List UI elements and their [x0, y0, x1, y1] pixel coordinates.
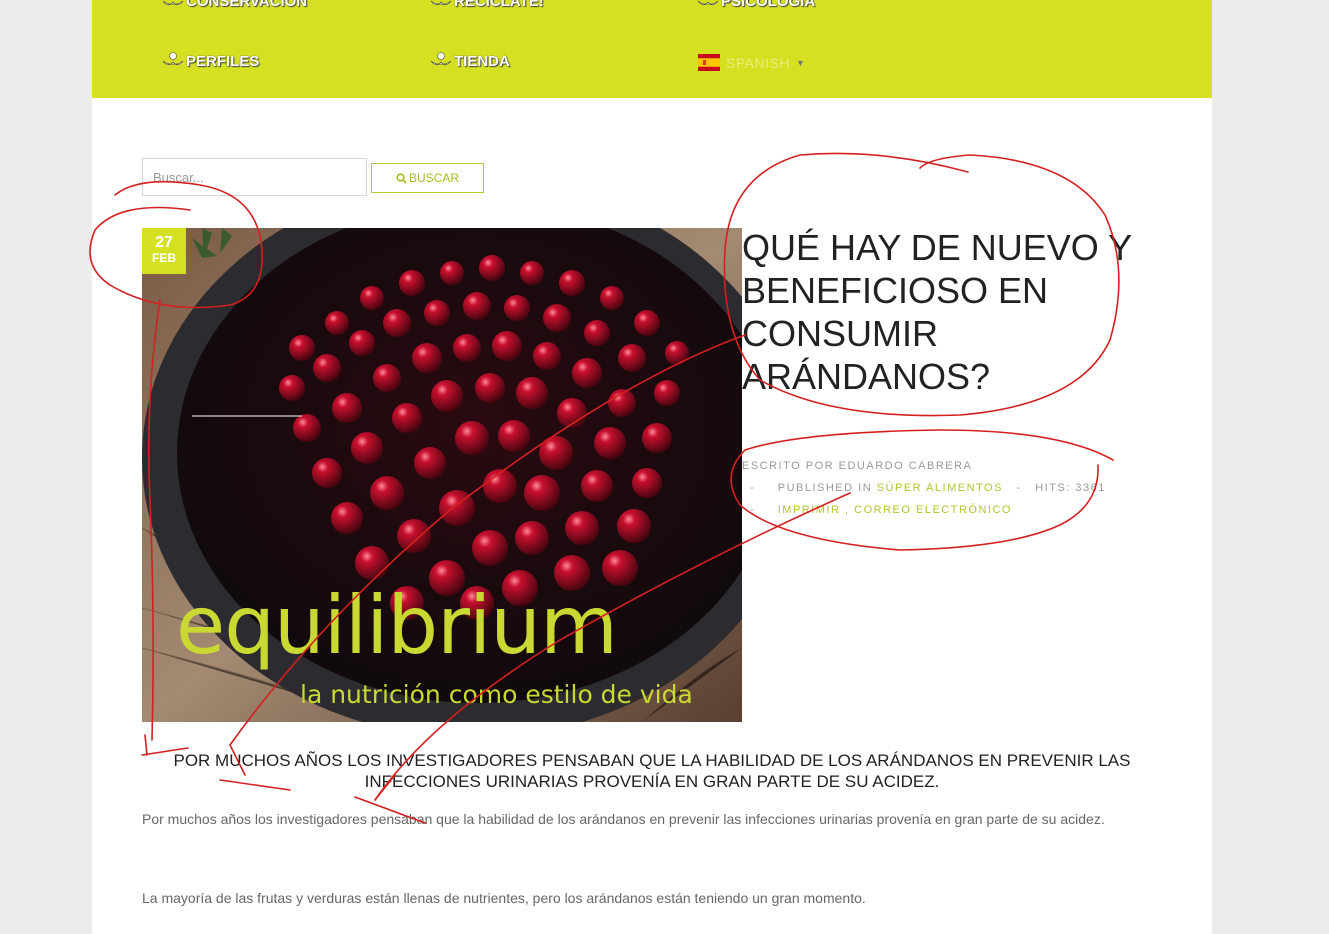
article-meta-actions: - IMPRIMIR , CORREO ELECTRÓNICO: [750, 504, 1012, 516]
hits-count: HITS: 3361: [1035, 482, 1106, 494]
date-day: 27: [155, 234, 173, 251]
nav-item-perfiles[interactable]: PERFILES: [162, 52, 259, 70]
brand-name: equilibrium: [176, 579, 618, 672]
author-text: ESCRITO POR EDUARDO CABRERA: [742, 460, 973, 472]
article-paragraph: La mayoría de las frutas y verduras está…: [142, 890, 866, 906]
article-hero-image[interactable]: equilibrium la nutrición como estilo de …: [142, 228, 742, 722]
sprout-person-icon: [162, 0, 184, 6]
meta-dash: -: [750, 482, 756, 494]
language-selector[interactable]: SPANISH ▼: [698, 54, 805, 71]
sprout-person-icon: [697, 0, 719, 6]
nav-item-label: PSICOLOGÍA: [721, 0, 816, 10]
article-meta-published: - PUBLISHED IN SÚPER ALIMENTOS - HITS: 3…: [750, 482, 1106, 494]
nav-item-label: RECÍCLATE!: [454, 0, 544, 10]
spain-flag-icon: [698, 54, 720, 71]
date-month: FEB: [152, 251, 176, 265]
sprout-person-icon: [430, 0, 452, 6]
date-badge: 27 FEB: [142, 228, 186, 274]
nav-item-reciclate[interactable]: RECÍCLATE!: [430, 0, 544, 10]
published-prefix: PUBLISHED IN: [777, 482, 873, 494]
article-author: ESCRITO POR EDUARDO CABRERA: [742, 460, 972, 472]
language-label: SPANISH: [726, 54, 790, 71]
search-icon: [396, 172, 407, 184]
caret-down-icon: ▼: [795, 57, 806, 68]
nav-item-label: PERFILES: [186, 52, 260, 70]
sprout-person-icon: [162, 52, 184, 66]
search-button[interactable]: BUSCAR: [371, 163, 484, 193]
meta-dash: -: [1016, 482, 1022, 494]
brand-tagline: la nutrición como estilo de vida: [300, 680, 693, 709]
meta-comma: ,: [845, 504, 850, 516]
article-title: QUÉ HAY DE NUEVO Y BENEFICIOSO EN CONSUM…: [742, 227, 1132, 397]
article-paragraph: Por muchos años los investigadores pensa…: [142, 811, 1105, 827]
search-button-label: BUSCAR: [408, 171, 459, 185]
nav-item-conservacion[interactable]: CONSERVACIÓN: [162, 0, 307, 10]
print-link[interactable]: IMPRIMIR: [778, 504, 841, 516]
email-link[interactable]: CORREO ELECTRÓNICO: [854, 504, 1012, 516]
search-input[interactable]: [142, 158, 367, 196]
category-link[interactable]: SÚPER ALIMENTOS: [877, 482, 1003, 494]
nav-item-tienda[interactable]: TIENDA: [430, 52, 510, 70]
nav-item-psicologia[interactable]: PSICOLOGÍA: [697, 0, 815, 10]
article-lead: POR MUCHOS AÑOS LOS INVESTIGADORES PENSA…: [173, 751, 1131, 791]
sprout-person-icon: [430, 52, 452, 66]
nav-item-label: TIENDA: [454, 52, 510, 70]
nav-item-label: CONSERVACIÓN: [186, 0, 308, 10]
top-navigation: CONSERVACIÓN RECÍCLATE! PSICOLOGÍA PERFI…: [92, 0, 1212, 98]
brand-logo: equilibrium: [176, 586, 618, 666]
meta-dash: -: [750, 504, 756, 516]
